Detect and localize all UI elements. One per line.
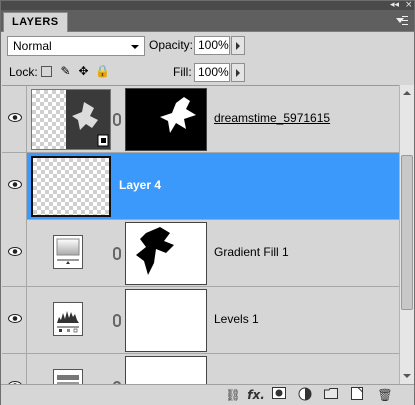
layers-scrollbar[interactable] [399, 85, 414, 384]
blend-mode-value: Normal [13, 39, 52, 53]
group-folder-icon[interactable] [323, 387, 339, 403]
smart-object-image [66, 90, 110, 149]
layer-row-selected[interactable]: Layer 4 [2, 153, 399, 220]
levels-icon[interactable] [53, 302, 83, 336]
layer-row[interactable]: Levels 1 [2, 287, 399, 354]
eye-icon [8, 113, 22, 122]
trash-icon[interactable]: 🗑 [377, 387, 393, 403]
layer-name[interactable]: Gradient Fill 1 [214, 245, 289, 259]
opacity-input[interactable]: 100% [194, 36, 230, 55]
layers-bottom-toolbar: ⛓ fx. 🗑 [1, 384, 414, 405]
eye-icon [8, 247, 22, 256]
gradient-fill-icon[interactable] [53, 235, 83, 269]
opacity-label: Opacity: [149, 38, 194, 52]
layers-panel: ◂◂ × LAYERS Normal Opacity: 100% Lock: ✎… [0, 0, 415, 405]
lock-label: Lock: [9, 65, 38, 79]
visibility-toggle[interactable] [2, 354, 27, 384]
layer-thumbnail[interactable] [31, 156, 111, 217]
layer-mask-thumbnail[interactable] [125, 289, 207, 352]
eye-icon [8, 314, 22, 323]
link-layers-icon[interactable]: ⛓ [225, 387, 241, 403]
panel-menu-icon[interactable] [394, 13, 408, 27]
hue-bar-icon [57, 375, 79, 384]
mask-link-icon[interactable] [113, 113, 121, 126]
close-icon[interactable]: × [405, 0, 413, 10]
fx-icon[interactable]: fx. [245, 387, 267, 403]
mask-silhouette [160, 97, 196, 133]
layer-name[interactable]: dreamstime_5971615 [214, 111, 330, 125]
scroll-down-icon[interactable] [400, 369, 414, 384]
panel-tab-bar: LAYERS [1, 10, 414, 32]
lock-position-icon[interactable]: ✥ [77, 65, 90, 78]
adjustment-layer-icon[interactable] [297, 387, 313, 403]
lock-all-icon[interactable]: 🔒 [95, 65, 110, 78]
adjustment-icon[interactable] [53, 369, 83, 384]
chevron-down-icon [131, 45, 139, 49]
layer-mask-thumbnail[interactable] [125, 356, 207, 384]
eye-icon [8, 180, 22, 189]
histogram-icon [57, 311, 79, 333]
visibility-toggle[interactable] [2, 86, 27, 153]
blend-mode-select[interactable]: Normal [7, 36, 145, 56]
add-mask-icon[interactable] [271, 387, 287, 403]
scrollbar-thumb[interactable] [401, 155, 413, 310]
layers-list: dreamstime_5971615 Layer 4 Gradient Fill… [2, 85, 399, 384]
layer-row[interactable] [2, 354, 399, 384]
visibility-toggle[interactable] [2, 220, 27, 287]
layer-thumbnail[interactable] [31, 89, 111, 150]
fill-label: Fill: [173, 65, 192, 79]
layer-name[interactable]: Levels 1 [214, 312, 259, 326]
layer-row[interactable]: Gradient Fill 1 [2, 220, 399, 287]
gradient-icon [56, 238, 80, 264]
menu-lines-icon [402, 16, 408, 25]
mask-link-icon[interactable] [113, 247, 121, 260]
layer-mask-thumbnail[interactable] [125, 222, 207, 285]
new-layer-icon[interactable] [349, 387, 365, 403]
opacity-slider-button[interactable] [231, 36, 245, 55]
visibility-toggle[interactable] [2, 153, 27, 220]
collapse-icon[interactable]: ◂◂ [390, 0, 399, 10]
layer-name[interactable]: Layer 4 [119, 178, 161, 192]
lock-image-pixels-icon[interactable]: ✎ [59, 65, 72, 78]
visibility-toggle[interactable] [2, 287, 27, 354]
lock-transparent-pixels-icon[interactable] [41, 66, 52, 77]
layer-row[interactable]: dreamstime_5971615 [2, 86, 399, 153]
mask-link-icon[interactable] [113, 314, 121, 327]
fill-slider-button[interactable] [231, 63, 245, 82]
tab-layers[interactable]: LAYERS [3, 12, 68, 32]
scroll-up-icon[interactable] [400, 85, 414, 100]
layer-mask-thumbnail[interactable] [125, 88, 207, 151]
fill-input[interactable]: 100% [194, 63, 230, 82]
mask-silhouette [136, 227, 174, 275]
panel-top-strip: ◂◂ × [1, 0, 414, 10]
